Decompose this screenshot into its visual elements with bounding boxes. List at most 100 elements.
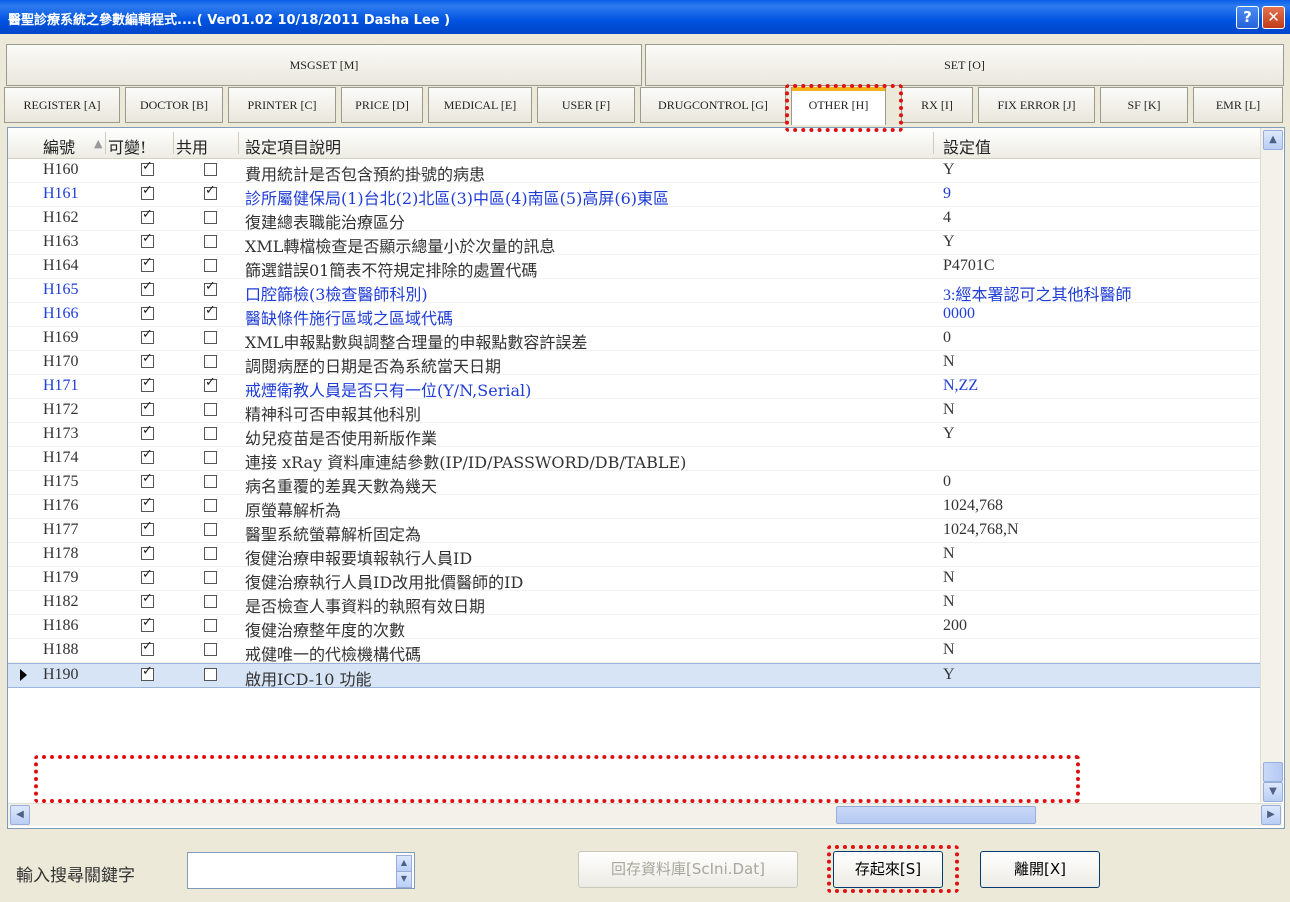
changeable-checkbox[interactable] — [141, 423, 154, 440]
cell-value[interactable]: 0 — [943, 329, 951, 347]
table-row[interactable]: H176 原螢幕解析為 1024,768 — [8, 495, 1260, 521]
cell-code[interactable]: H172 — [43, 401, 79, 419]
table-row[interactable]: H173 幼兒疫苗是否使用新版作業 Y — [8, 423, 1260, 448]
shared-checkbox[interactable] — [204, 211, 217, 224]
cell-desc[interactable]: 費用統計是否包含預約掛號的病患 — [245, 161, 485, 185]
shared-checkbox[interactable] — [204, 668, 217, 681]
cell-desc[interactable]: 原螢幕解析為 — [245, 497, 341, 521]
changeable-checkbox[interactable] — [141, 327, 154, 344]
table-row[interactable]: H174 連接 xRay 資料庫連結參數(IP/ID/PASSWORD/DB/TA… — [8, 447, 1260, 472]
changeable-checkbox[interactable] — [141, 303, 154, 320]
cell-code[interactable]: H169 — [43, 329, 79, 347]
shared-checkbox[interactable] — [204, 279, 217, 296]
cell-desc[interactable]: 復健治療執行人員ID改用批價醫師的ID — [245, 569, 523, 593]
cell-desc[interactable]: 醫缺條件施行區域之區域代碼 — [245, 305, 453, 329]
tab-doctor[interactable]: DOCTOR [B] — [125, 87, 223, 123]
cell-code[interactable]: H165 — [43, 281, 79, 299]
cell-desc[interactable]: 醫聖系統螢幕解析固定為 — [245, 521, 421, 545]
table-row[interactable]: H190 啟用ICD-10 功能 Y — [8, 663, 1260, 690]
cell-desc[interactable]: 病名重覆的差異天數為幾天 — [245, 473, 437, 497]
table-row[interactable]: H177 醫聖系統螢幕解析固定為 1024,768,N — [8, 519, 1260, 545]
table-row[interactable]: H175 病名重覆的差異天數為幾天 0 — [8, 471, 1260, 497]
tab-printer[interactable]: PRINTER [C] — [228, 87, 336, 123]
cell-value[interactable]: 9 — [943, 185, 951, 203]
shared-checkbox[interactable] — [204, 235, 217, 248]
shared-checkbox[interactable] — [204, 475, 217, 488]
shared-checkbox[interactable] — [204, 451, 217, 464]
table-row[interactable]: H178 復健治療申報要填報執行人員ID N — [8, 543, 1260, 569]
table-row[interactable]: H170 調閱病歷的日期是否為系統當天日期 N — [8, 351, 1260, 377]
cell-code[interactable]: H190 — [43, 666, 79, 684]
changeable-checkbox[interactable] — [141, 639, 154, 656]
cell-value[interactable]: 4 — [943, 209, 951, 227]
exit-button[interactable]: 離開[X] — [980, 851, 1100, 888]
vertical-scrollbar[interactable]: ▲ ▼ — [1260, 128, 1283, 802]
cell-code[interactable]: H188 — [43, 641, 79, 659]
shared-checkbox[interactable] — [204, 183, 217, 200]
shared-checkbox[interactable] — [204, 571, 217, 584]
changeable-checkbox[interactable] — [141, 183, 154, 200]
changeable-checkbox[interactable] — [141, 664, 154, 681]
cell-value[interactable]: N,ZZ — [943, 377, 978, 395]
changeable-checkbox[interactable] — [141, 159, 154, 176]
cell-value[interactable]: N — [943, 545, 955, 563]
tab-register[interactable]: REGISTER [A] — [4, 87, 120, 123]
tab-sf[interactable]: SF [K] — [1100, 87, 1188, 123]
changeable-checkbox[interactable] — [141, 375, 154, 392]
shared-checkbox[interactable] — [204, 403, 217, 416]
tab-fix-error[interactable]: FIX ERROR [J] — [978, 87, 1095, 123]
cell-value[interactable]: 1024,768 — [943, 497, 1003, 515]
table-row[interactable]: H165 口腔篩檢(3檢查醫師科別) 3:經本署認可之其他科醫師 — [8, 279, 1260, 305]
changeable-checkbox[interactable] — [141, 399, 154, 416]
cell-code[interactable]: H164 — [43, 257, 79, 275]
cell-value[interactable]: 200 — [943, 617, 967, 635]
header-changeable[interactable]: 可變! — [108, 134, 146, 158]
cell-value[interactable]: N — [943, 593, 955, 611]
cell-desc[interactable]: 戒煙衛教人員是否只有一位(Y/N,Serial) — [245, 377, 531, 401]
tab-emr[interactable]: EMR [L] — [1193, 87, 1283, 123]
cell-value[interactable]: 1024,768,N — [943, 521, 1019, 539]
table-row[interactable]: H186 復健治療整年度的次數 200 — [8, 615, 1260, 641]
cell-desc[interactable]: 精神科可否申報其他科別 — [245, 401, 421, 425]
header-code[interactable]: 編號 — [43, 134, 75, 158]
cell-code[interactable]: H176 — [43, 497, 79, 515]
shared-checkbox[interactable] — [204, 427, 217, 440]
table-row[interactable]: H163 XML轉檔檢查是否顯示總量小於次量的訊息 Y — [8, 231, 1260, 256]
search-input[interactable]: ▲ ▼ — [187, 852, 415, 889]
tab-other[interactable]: OTHER [H] — [791, 87, 886, 125]
tab-rx[interactable]: RX [I] — [901, 87, 973, 123]
changeable-checkbox[interactable] — [141, 231, 154, 248]
scroll-left-icon[interactable]: ◀ — [10, 805, 30, 825]
cell-desc[interactable]: 復健治療整年度的次數 — [245, 617, 405, 641]
cell-desc[interactable]: 篩選錯誤01簡表不符規定排除的處置代碼 — [245, 257, 537, 281]
cell-desc[interactable]: 診所屬健保局(1)台北(2)北區(3)中區(4)南區(5)高屏(6)東區 — [245, 185, 669, 209]
cell-value[interactable]: P4701C — [943, 257, 995, 275]
changeable-checkbox[interactable] — [141, 543, 154, 560]
cell-value[interactable]: N — [943, 353, 955, 371]
cell-code[interactable]: H175 — [43, 473, 79, 491]
cell-value[interactable]: 3:經本署認可之其他科醫師 — [943, 281, 1131, 305]
cell-value[interactable]: Y — [943, 161, 955, 179]
cell-desc[interactable]: 啟用ICD-10 功能 — [245, 666, 372, 690]
table-row[interactable]: H164 篩選錯誤01簡表不符規定排除的處置代碼 P4701C — [8, 255, 1260, 281]
changeable-checkbox[interactable] — [141, 255, 154, 272]
cell-value[interactable]: N — [943, 641, 955, 659]
cell-desc[interactable]: 調閱病歷的日期是否為系統當天日期 — [245, 353, 501, 377]
cell-code[interactable]: H162 — [43, 209, 79, 227]
cell-code[interactable]: H163 — [43, 233, 79, 251]
table-row[interactable]: H166 醫缺條件施行區域之區域代碼 0000 — [8, 303, 1260, 329]
table-row[interactable]: H171 戒煙衛教人員是否只有一位(Y/N,Serial) N,ZZ — [8, 375, 1260, 401]
header-shared[interactable]: 共用 — [176, 134, 208, 158]
cell-code[interactable]: H161 — [43, 185, 79, 203]
cell-desc[interactable]: 復健治療申報要填報執行人員ID — [245, 545, 472, 569]
shared-checkbox[interactable] — [204, 499, 217, 512]
cell-desc[interactable]: 是否檢查人事資料的執照有效日期 — [245, 593, 485, 617]
header-value[interactable]: 設定值 — [943, 134, 991, 158]
cell-value[interactable]: N — [943, 401, 955, 419]
cell-desc[interactable]: 戒健唯一的代檢機構代碼 — [245, 641, 421, 665]
table-row[interactable]: H161 診所屬健保局(1)台北(2)北區(3)中區(4)南區(5)高屏(6)東區… — [8, 183, 1260, 209]
table-row[interactable]: H182 是否檢查人事資料的執照有效日期 N — [8, 591, 1260, 617]
changeable-checkbox[interactable] — [141, 447, 154, 464]
close-button[interactable]: ✕ — [1262, 6, 1285, 29]
cell-value[interactable]: N — [943, 569, 955, 587]
